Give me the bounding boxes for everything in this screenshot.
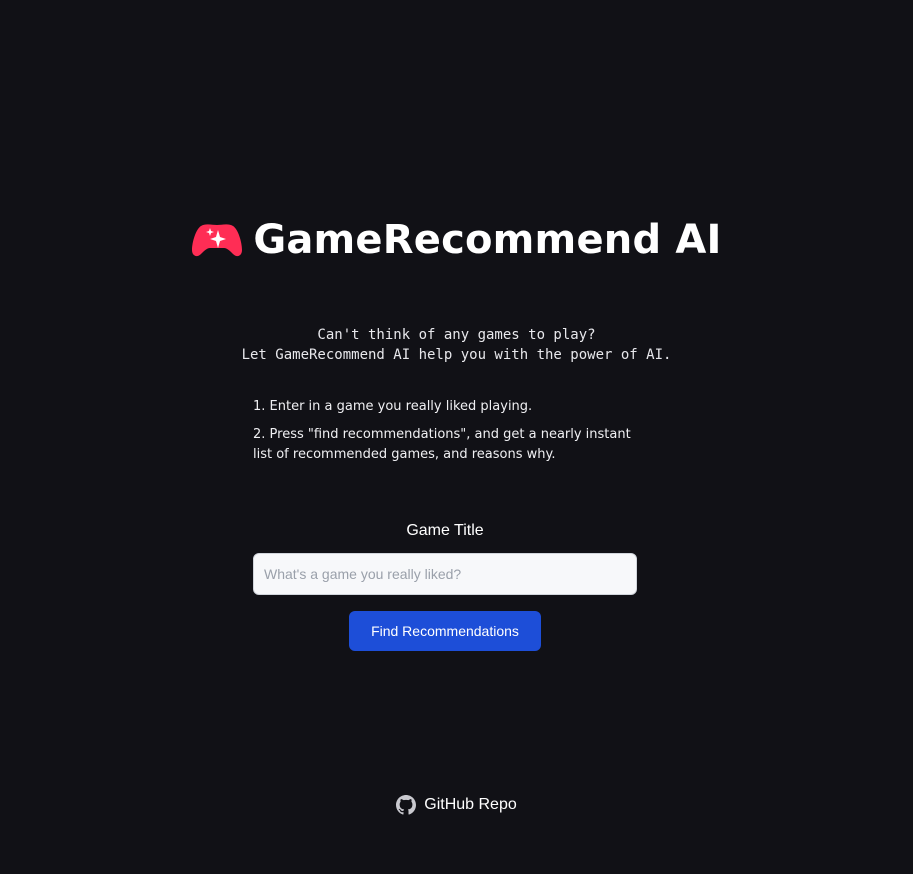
tagline-line-2: Let GameRecommend AI help you with the p… — [241, 347, 672, 363]
github-icon — [396, 795, 417, 815]
github-repo-link[interactable]: GitHub Repo — [396, 795, 517, 815]
step-2: 2. Press "find recommendations", and get… — [253, 427, 631, 462]
tagline: Can't think of any games to play? Let Ga… — [0, 325, 913, 365]
recommendation-form: Game Title Find Recommendations — [253, 520, 637, 651]
app-header: GameRecommend AI — [0, 218, 913, 262]
step-1: 1. Enter in a game you really liked play… — [253, 399, 533, 414]
tagline-line-1: Can't think of any games to play? — [317, 327, 596, 343]
page: GameRecommend AI Can't think of any game… — [0, 0, 913, 874]
github-repo-label: GitHub Repo — [424, 796, 517, 813]
footer: GitHub Repo — [0, 795, 913, 815]
find-recommendations-button[interactable]: Find Recommendations — [349, 611, 541, 651]
instructions: 1. Enter in a game you really liked play… — [253, 397, 633, 473]
game-title-label: Game Title — [406, 522, 484, 539]
app-title: GameRecommend AI — [253, 217, 722, 263]
game-title-input[interactable] — [253, 553, 637, 595]
game-controller-icon — [191, 218, 243, 262]
